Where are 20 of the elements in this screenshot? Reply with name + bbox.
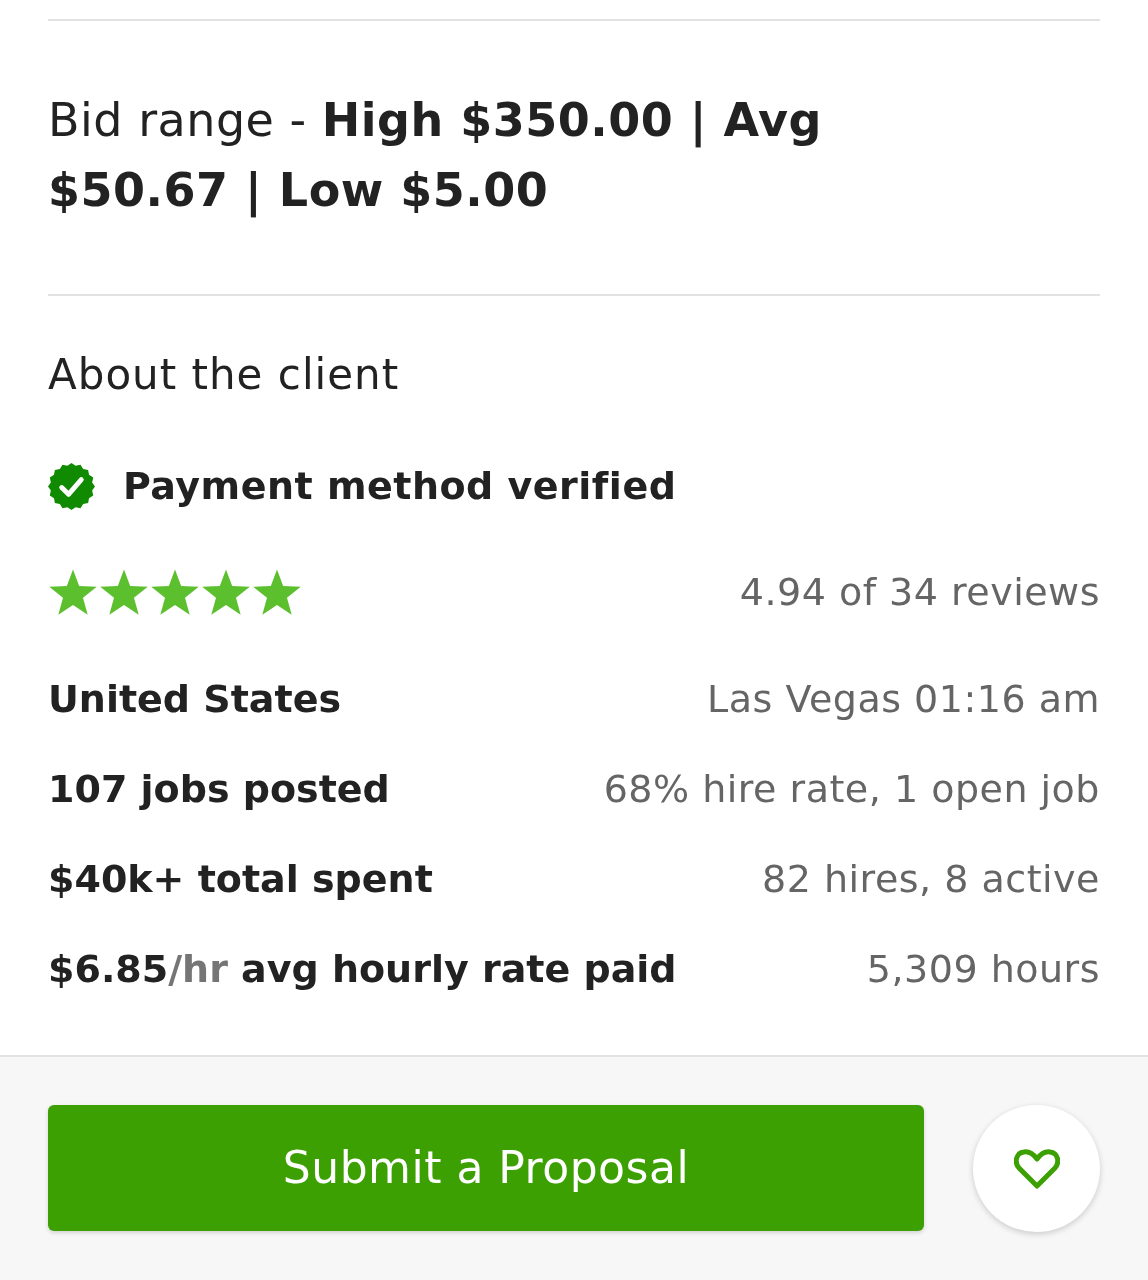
client-stat-label: United States [48,675,342,723]
client-stat-value: 82 hires, 8 active [762,855,1100,903]
star-icon [48,568,98,616]
client-stat-value: 5,309 hours [866,945,1100,993]
client-stat-value: Las Vegas 01:16 am [707,675,1100,723]
star-icon [201,568,251,616]
star-icon [252,568,302,616]
client-stat-label: $6.85/hr avg hourly rate paid [48,945,677,993]
bid-range-text: Bid range - High $350.00 | Avg $50.67 | Low $5.00 [48,92,823,220]
star-icon [150,568,200,616]
section-heading: About the client [48,349,401,401]
client-stat-label: 107 jobs posted [48,765,390,813]
reviews-text: 4.94 of 34 reviews [739,568,1100,616]
payment-verified-text: Payment method verified [123,462,677,510]
client-stat-value: 68% hire rate, 1 open job [603,765,1100,813]
verified-badge-icon [48,462,95,510]
submit-proposal-button[interactable]: Submit a Proposal [48,1105,924,1231]
client-stat-label: $40k+ total spent [48,855,433,903]
heart-icon [1013,1147,1060,1190]
star-icon [99,568,149,616]
